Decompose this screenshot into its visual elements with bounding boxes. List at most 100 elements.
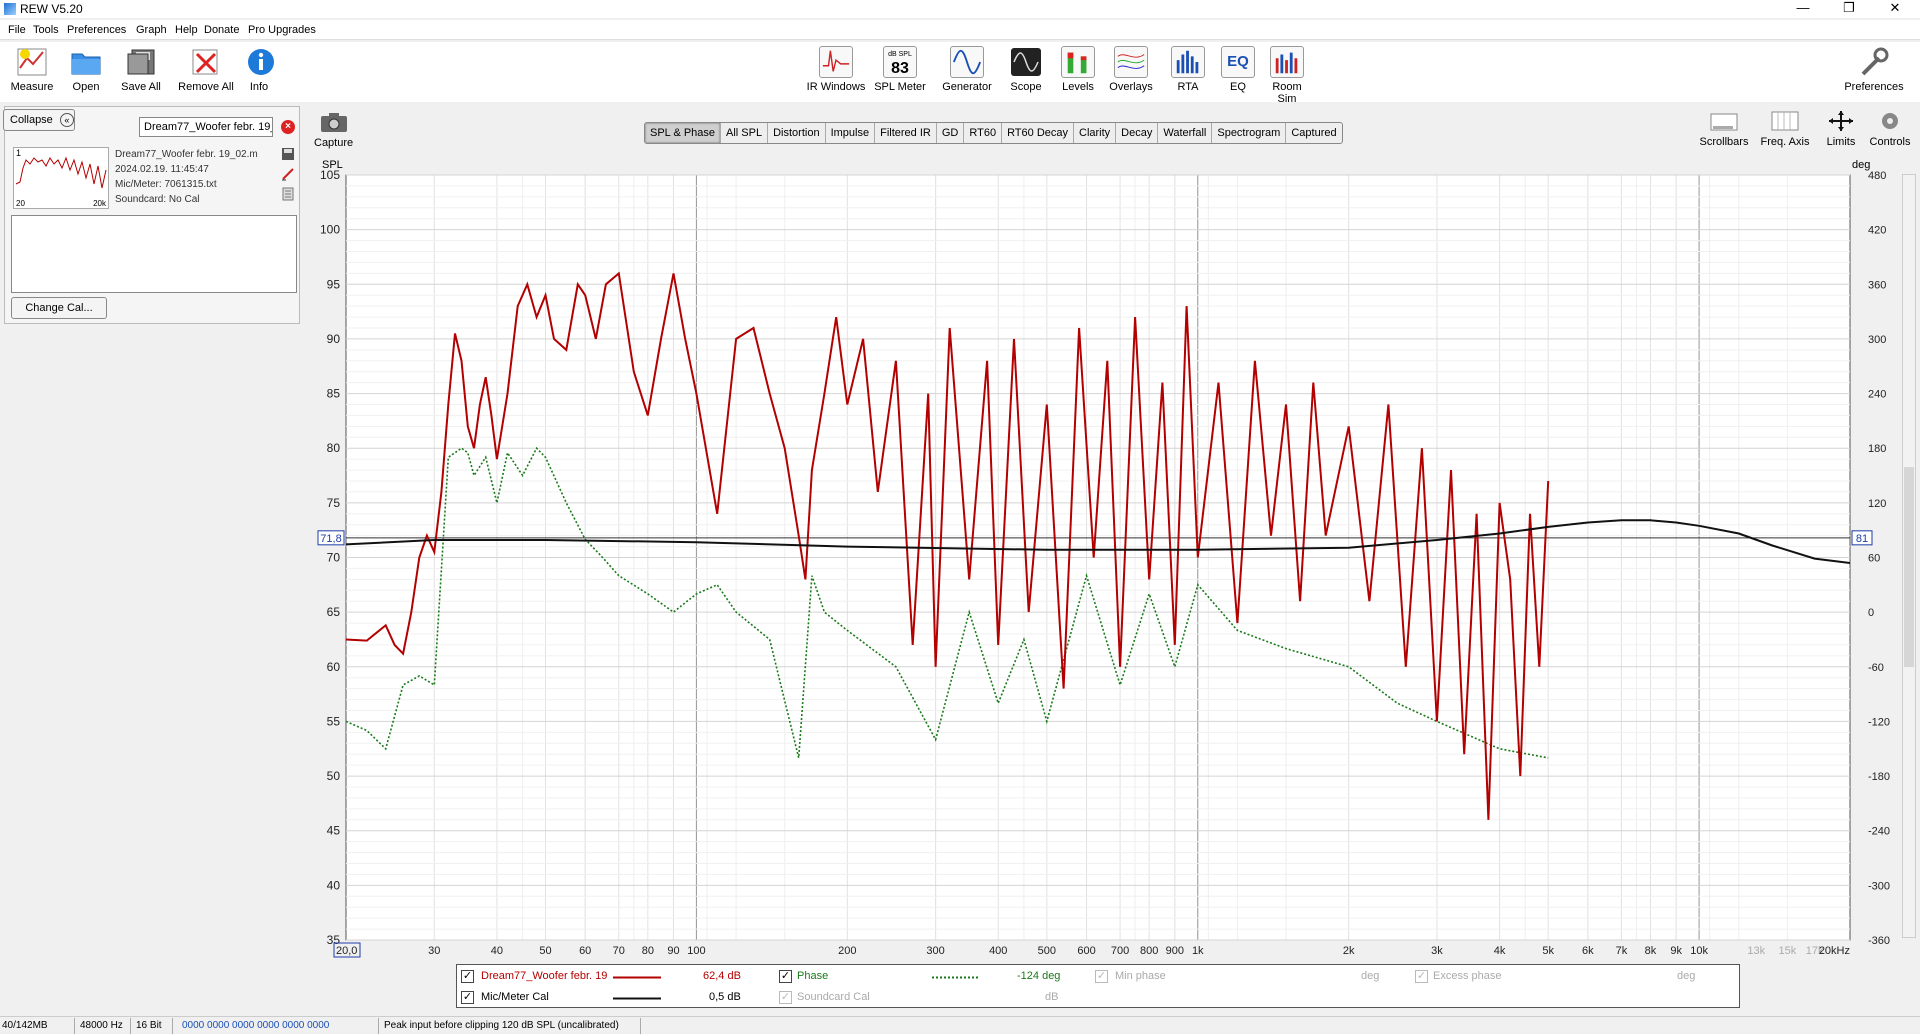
x-tick-label: 30	[428, 945, 440, 957]
excess-phase-checkbox[interactable]: ✓	[1415, 970, 1428, 983]
y-tick-label-left: 75	[327, 496, 341, 510]
x-tick-label: 4k	[1494, 945, 1506, 957]
series-visibility-checkbox[interactable]: ✓	[461, 970, 474, 983]
legend-spl-swatch	[613, 976, 661, 979]
y-tick-label-right: 180	[1868, 443, 1886, 455]
x-tick-label: 20kHz	[1819, 945, 1850, 957]
y-tick-label-right: 360	[1868, 279, 1886, 291]
status-message: Peak input before clipping 120 dB SPL (u…	[384, 1020, 619, 1031]
x-tick-label: 50	[539, 945, 551, 957]
legend-min-phase-unit: deg	[1361, 970, 1380, 982]
legend-series-name: Dream77_Woofer febr. 19	[481, 970, 608, 982]
legend-row-1: ✓ Dream77_Woofer febr. 19 62,4 dB ✓ Phas…	[457, 967, 1739, 987]
y-tick-label-left: 40	[327, 878, 341, 892]
x-tick-label: 90	[667, 945, 679, 957]
legend-phase-value: -124 deg	[1017, 970, 1061, 982]
legend-row-2: ✓ Mic/Meter Cal 0,5 dB ✓ Soundcard Cal d…	[457, 988, 1739, 1008]
y-tick-label-right: -300	[1868, 880, 1890, 892]
y-tick-label-right: 420	[1868, 225, 1886, 237]
y-tick-label-left: 90	[327, 332, 341, 346]
y-tick-label-right: 120	[1868, 498, 1886, 510]
y-tick-label-right: 0	[1868, 607, 1874, 619]
phase-visibility-checkbox[interactable]: ✓	[779, 970, 792, 983]
scrollbar-thumb[interactable]	[1904, 467, 1914, 667]
x-tick-label: 70	[613, 945, 625, 957]
y-tick-label-left: 45	[327, 824, 341, 838]
status-bar: 40/142MB 48000 Hz 16 Bit 0000 0000 0000 …	[0, 1016, 1920, 1034]
x-tick-label: 13k	[1747, 945, 1765, 957]
y-tick-label-left: 55	[327, 714, 341, 728]
legend-cal-value: 0,5 dB	[709, 991, 741, 1003]
x-tick-label: 40	[491, 945, 503, 957]
x-tick-label: 400	[989, 945, 1007, 957]
cal-visibility-checkbox[interactable]: ✓	[461, 991, 474, 1004]
legend-soundcard-unit: dB	[1045, 991, 1059, 1003]
y-tick-label-right: 240	[1868, 389, 1886, 401]
y-tick-label-left: 60	[327, 660, 341, 674]
y-tick-label-right: 480	[1868, 170, 1886, 182]
y-tick-label-right: 300	[1868, 334, 1886, 346]
y-tick-label-left: 80	[327, 441, 341, 455]
y-tick-label-left: 65	[327, 605, 341, 619]
legend-soundcard-cal: Soundcard Cal	[797, 991, 870, 1003]
legend-min-phase: Min phase	[1115, 970, 1166, 982]
x-tick-label: 9k	[1670, 945, 1682, 957]
x-tick-label: 2k	[1343, 945, 1355, 957]
status-separator	[640, 1018, 641, 1034]
legend-cal-name: Mic/Meter Cal	[481, 991, 549, 1003]
x-tick-label: 80	[642, 945, 654, 957]
y-tick-label-left: 105	[320, 168, 340, 182]
legend-cal-swatch	[613, 997, 661, 1000]
legend-phase-swatch	[932, 976, 980, 979]
y-tick-label-left: 95	[327, 277, 341, 291]
cursor-value-right: 81	[1856, 533, 1868, 545]
status-separator	[378, 1018, 379, 1034]
x-tick-label: 1k	[1192, 945, 1204, 957]
y-tick-label-right: -180	[1868, 771, 1890, 783]
y-tick-label-left: 50	[327, 769, 341, 783]
y-tick-label-right: -120	[1868, 716, 1890, 728]
x-tick-label: 3k	[1431, 945, 1443, 957]
spl-phase-chart[interactable]: 35404550556065707580859095100105-360-300…	[0, 0, 1920, 1034]
status-input-levels: 0000 0000 0000 0000 0000 0000	[182, 1020, 330, 1031]
y-tick-label-right: -240	[1868, 826, 1890, 838]
x-tick-label: 500	[1038, 945, 1056, 957]
y-tick-label-left: 85	[327, 387, 341, 401]
x-tick-label: 600	[1077, 945, 1095, 957]
legend-excess-phase-unit: deg	[1677, 970, 1696, 982]
status-separator	[172, 1018, 173, 1034]
x-tick-label: 60	[579, 945, 591, 957]
graph-vertical-scrollbar[interactable]	[1902, 174, 1916, 938]
x-tick-label: 300	[926, 945, 944, 957]
y-tick-label-left: 100	[320, 223, 340, 237]
x-tick-label: 10k	[1690, 945, 1708, 957]
graph-legend: ✓ Dream77_Woofer febr. 19 62,4 dB ✓ Phas…	[456, 964, 1740, 1008]
y-tick-label-left: 70	[327, 551, 341, 565]
status-separator	[130, 1018, 131, 1034]
x-tick-label: 800	[1140, 945, 1158, 957]
x-tick-label: 200	[838, 945, 856, 957]
x-tick-label: 15k	[1778, 945, 1796, 957]
legend-excess-phase: Excess phase	[1433, 970, 1502, 982]
y-tick-label-right: -360	[1868, 935, 1890, 947]
x-tick-label: 5k	[1542, 945, 1554, 957]
y-tick-label-right: 60	[1868, 553, 1880, 565]
min-phase-checkbox[interactable]: ✓	[1095, 970, 1108, 983]
status-bit-depth: 16 Bit	[136, 1020, 162, 1031]
x-tick-label: 900	[1166, 945, 1184, 957]
x-tick-label: 8k	[1645, 945, 1657, 957]
soundcard-cal-checkbox[interactable]: ✓	[779, 991, 792, 1004]
legend-series-value: 62,4 dB	[703, 970, 741, 982]
x-tick-label: 700	[1111, 945, 1129, 957]
y-tick-label-right: -60	[1868, 662, 1884, 674]
status-sample-rate: 48000 Hz	[80, 1020, 123, 1031]
legend-phase-label: Phase	[797, 970, 829, 982]
x-tick-label: 20,0	[336, 945, 357, 957]
chart-container: 35 40 45 50 55 60 65 70 75 80 85 90 95 100 105 -360 -300…	[0, 0, 1920, 1034]
cursor-value-left: 71,8	[320, 533, 341, 545]
x-tick-label: 100	[687, 945, 705, 957]
x-tick-label: 6k	[1582, 945, 1594, 957]
status-memory: 40/142MB	[2, 1020, 48, 1031]
status-separator	[74, 1018, 75, 1034]
x-tick-label: 7k	[1616, 945, 1628, 957]
